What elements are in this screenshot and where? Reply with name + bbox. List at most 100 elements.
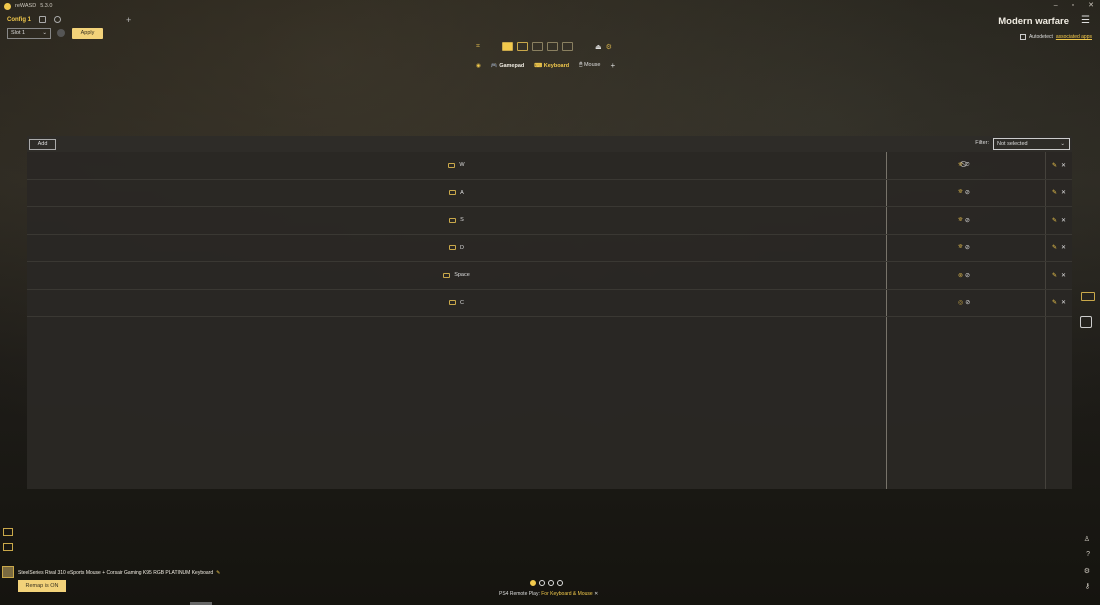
mapping-key: C bbox=[27, 290, 886, 317]
row-actions: ✎ ✕ bbox=[1052, 180, 1066, 207]
key-label: Space bbox=[454, 272, 470, 279]
ps4-link[interactable]: For Keyboard & Mouse bbox=[541, 591, 592, 597]
mapping-row[interactable]: A ⛯ ⊘ ✎ ✕ bbox=[27, 180, 1072, 207]
share-icon[interactable] bbox=[54, 16, 61, 23]
edit-icon[interactable]: ✎ bbox=[1052, 189, 1057, 196]
panel-header: Add Filter: Not selected ⌄ bbox=[27, 136, 1072, 152]
tab-gamepad[interactable]: 🎮 Gamepad bbox=[491, 63, 524, 69]
device-tabs: ⌗ ⏏ ⚙ bbox=[476, 42, 612, 51]
row-actions: ✎ ✕ bbox=[1052, 152, 1066, 179]
gamepad-device-icon[interactable] bbox=[3, 528, 13, 536]
keyboard-device-icon[interactable] bbox=[3, 543, 13, 551]
key-label: A bbox=[460, 189, 464, 196]
apply-button[interactable]: Apply bbox=[72, 28, 103, 39]
app-logo-icon bbox=[4, 2, 11, 10]
help-icon[interactable]: ? bbox=[1086, 551, 1090, 558]
delete-icon[interactable]: ✕ bbox=[1061, 272, 1066, 279]
delete-icon[interactable]: ✕ bbox=[1061, 299, 1066, 306]
gamepad-stick-right-icon: ⛯ bbox=[958, 244, 963, 251]
user-icon[interactable]: ♙ bbox=[1084, 535, 1090, 543]
gamepad-tab-4[interactable] bbox=[546, 42, 558, 51]
slot-dot-2[interactable] bbox=[539, 580, 545, 586]
no-block-icon: ⃠⊘ bbox=[964, 161, 970, 168]
no-block-icon: ⊘ bbox=[964, 190, 970, 197]
gamepad-a-button-icon: ⊗ bbox=[958, 272, 964, 279]
edit-icon[interactable]: ✎ bbox=[1052, 162, 1057, 169]
slot-dot-4[interactable] bbox=[557, 580, 563, 586]
mapping-row[interactable]: S ⛯ ⊘ ✎ ✕ bbox=[27, 207, 1072, 235]
playstation-icon[interactable]: ⏏ bbox=[595, 43, 602, 51]
gamepad-tab-2[interactable] bbox=[516, 42, 528, 51]
maximize-button[interactable]: ▫ bbox=[1072, 0, 1074, 12]
ps4-close-icon[interactable]: ✕ bbox=[594, 591, 598, 597]
row-actions: ✎ ✕ bbox=[1052, 235, 1066, 262]
tab-mouse[interactable]: 🖱 Mouse bbox=[579, 62, 600, 69]
mapping-row[interactable]: C ◎ ⊘ ✎ ✕ bbox=[27, 290, 1072, 317]
slot-dots bbox=[530, 580, 563, 586]
associated-apps-link[interactable]: associated apps bbox=[1056, 34, 1092, 40]
slot-select[interactable]: Slot 1 ⌄ bbox=[7, 28, 51, 39]
config-name[interactable]: Config 1 bbox=[7, 17, 31, 23]
mapping-key: D bbox=[27, 235, 886, 262]
remap-button[interactable]: Remap is ON bbox=[18, 580, 66, 592]
delete-icon[interactable]: ✕ bbox=[1061, 244, 1066, 251]
virtual-gamepad-tab[interactable] bbox=[501, 42, 513, 51]
key-icon[interactable]: ⚷ bbox=[1085, 582, 1090, 590]
gamepad-stick-up-icon: ⛯ bbox=[958, 161, 963, 168]
menu-icon[interactable]: ☰ bbox=[1081, 15, 1090, 26]
gamepad-tab-3[interactable] bbox=[531, 42, 543, 51]
keyboard-key-icon bbox=[449, 300, 456, 306]
keyboard-layout-icon[interactable] bbox=[1081, 292, 1095, 301]
mapping-key: A bbox=[27, 180, 886, 207]
controller-settings-icon[interactable]: ⚙ bbox=[606, 43, 612, 51]
mapping-row[interactable]: Space ⊗ ⊘ ✎ ✕ bbox=[27, 262, 1072, 290]
edit-icon[interactable]: ✎ bbox=[1052, 244, 1057, 251]
delete-icon[interactable]: ✕ bbox=[1061, 217, 1066, 224]
mapping-panel: Add Filter: Not selected ⌄ W ⛯⃠⊘ ✎ ✕ A ⛯ ⊘… bbox=[27, 136, 1072, 489]
title-bar: reWASD 5.3.0 – ▫ ✕ bbox=[0, 0, 1100, 12]
no-block-icon: ⊘ bbox=[965, 272, 971, 279]
no-block-icon: ⊘ bbox=[964, 245, 970, 252]
delete-icon[interactable]: ✕ bbox=[1061, 162, 1066, 169]
slot-value: Slot 1 bbox=[11, 30, 26, 36]
slot-dot-1[interactable] bbox=[530, 580, 536, 586]
mapping-row[interactable]: W ⛯⃠⊘ ✎ ✕ bbox=[27, 152, 1072, 180]
rename-icon[interactable]: ✎ bbox=[216, 570, 220, 576]
device-list-icon[interactable]: ⌗ bbox=[476, 43, 480, 51]
settings-icon[interactable]: ⚙ bbox=[1084, 567, 1090, 575]
minimize-button[interactable]: – bbox=[1054, 0, 1058, 12]
key-label: C bbox=[460, 299, 464, 306]
filter-select[interactable]: Not selected ⌄ bbox=[993, 138, 1070, 150]
mapping-list: W ⛯⃠⊘ ✎ ✕ A ⛯ ⊘ ✎ ✕ S ⛯ ⊘ ✎ ✕ D ⛯ ⊘ ✎ ✕ Space ⊗… bbox=[27, 152, 1072, 317]
window-controls: – ▫ ✕ bbox=[1054, 0, 1094, 12]
save-icon[interactable] bbox=[39, 16, 46, 23]
add-config-button[interactable]: + bbox=[126, 15, 131, 25]
autodetect-checkbox[interactable] bbox=[1019, 34, 1026, 40]
slot-dot-3[interactable] bbox=[548, 580, 554, 586]
gamepad-tab-5[interactable] bbox=[561, 42, 573, 51]
gamepad-layout-icon[interactable] bbox=[1080, 316, 1092, 328]
autodetect-label: Autodetect bbox=[1028, 34, 1053, 40]
mapping-row[interactable]: D ⛯ ⊘ ✎ ✕ bbox=[27, 235, 1072, 262]
add-tab-icon[interactable]: + bbox=[610, 61, 615, 70]
chevron-down-icon: ⌄ bbox=[42, 30, 47, 36]
filter-label: Filter: bbox=[975, 140, 989, 146]
ps4-remote-play: PS4 Remote Play: For Keyboard & Mouse ✕ bbox=[499, 591, 598, 597]
mapping-key: W bbox=[27, 152, 886, 179]
edit-icon[interactable]: ✎ bbox=[1052, 272, 1057, 279]
mapping-action: ⛯ ⊘ bbox=[958, 207, 970, 234]
slot-settings-icon[interactable] bbox=[57, 29, 65, 37]
tab-keyboard[interactable]: ⌨ Keyboard bbox=[534, 63, 569, 69]
filter-value: Not selected bbox=[997, 141, 1028, 147]
device-avatar-icon bbox=[2, 566, 14, 578]
eye-icon[interactable]: ◉ bbox=[476, 63, 481, 69]
ps4-label: PS4 Remote Play: bbox=[499, 591, 540, 597]
edit-icon[interactable]: ✎ bbox=[1052, 299, 1057, 306]
row-actions: ✎ ✕ bbox=[1052, 290, 1066, 317]
close-button[interactable]: ✕ bbox=[1088, 0, 1094, 12]
add-mapping-button[interactable]: Add bbox=[29, 138, 56, 150]
key-label: S bbox=[460, 217, 464, 224]
edit-icon[interactable]: ✎ bbox=[1052, 217, 1057, 224]
gamepad-stick-left-icon: ⛯ bbox=[958, 189, 963, 196]
delete-icon[interactable]: ✕ bbox=[1061, 189, 1066, 196]
